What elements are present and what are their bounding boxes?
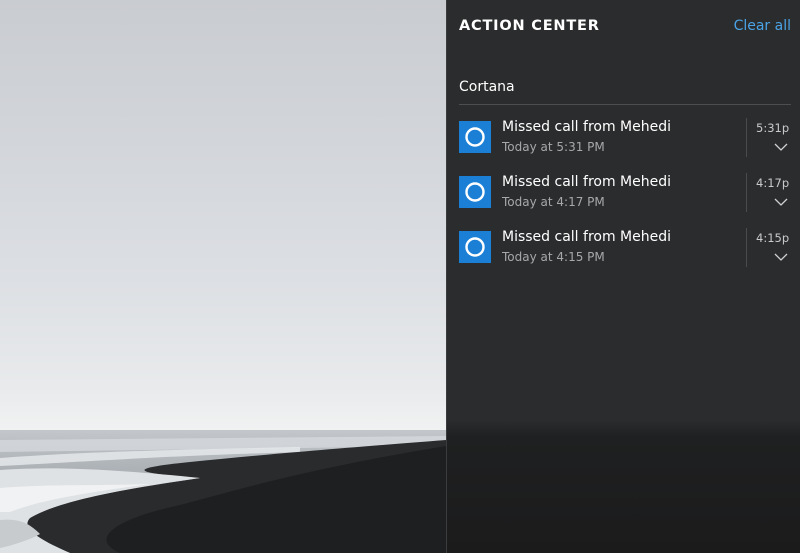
desktop-wallpaper — [0, 0, 446, 553]
chevron-down-icon[interactable] — [774, 142, 788, 152]
notification-separator — [746, 173, 747, 212]
notification-time: 4:15p — [756, 231, 790, 245]
notification-item[interactable]: Missed call from Mehedi Today at 4:15 PM… — [447, 228, 800, 283]
wallpaper-shore — [0, 436, 446, 553]
screen: ACTION CENTER Clear all Cortana Missed c… — [0, 0, 800, 553]
clear-all-button[interactable]: Clear all — [734, 18, 791, 34]
notification-group-cortana[interactable]: Cortana — [459, 79, 791, 105]
notification-title: Missed call from Mehedi — [502, 119, 671, 135]
action-center-panel: ACTION CENTER Clear all Cortana Missed c… — [446, 0, 800, 553]
notification-time: 4:17p — [756, 176, 790, 190]
notification-item[interactable]: Missed call from Mehedi Today at 4:17 PM… — [447, 173, 800, 228]
notification-separator — [746, 118, 747, 157]
action-center-title: ACTION CENTER — [459, 18, 600, 34]
action-center-header: ACTION CENTER Clear all — [459, 18, 791, 40]
notification-title: Missed call from Mehedi — [502, 229, 671, 245]
chevron-down-icon[interactable] — [774, 252, 788, 262]
group-divider — [459, 104, 791, 105]
notification-list: Missed call from Mehedi Today at 5:31 PM… — [447, 118, 800, 283]
cortana-circle-icon — [459, 176, 491, 208]
notification-separator — [746, 228, 747, 267]
notification-item[interactable]: Missed call from Mehedi Today at 5:31 PM… — [447, 118, 800, 173]
notification-subtitle: Today at 4:17 PM — [502, 195, 605, 209]
notification-time: 5:31p — [756, 121, 790, 135]
cortana-circle-icon — [459, 121, 491, 153]
notification-subtitle: Today at 5:31 PM — [502, 140, 605, 154]
group-title: Cortana — [459, 79, 515, 95]
notification-title: Missed call from Mehedi — [502, 174, 671, 190]
chevron-down-icon[interactable] — [774, 197, 788, 207]
cortana-circle-icon — [459, 231, 491, 263]
notification-subtitle: Today at 4:15 PM — [502, 250, 605, 264]
